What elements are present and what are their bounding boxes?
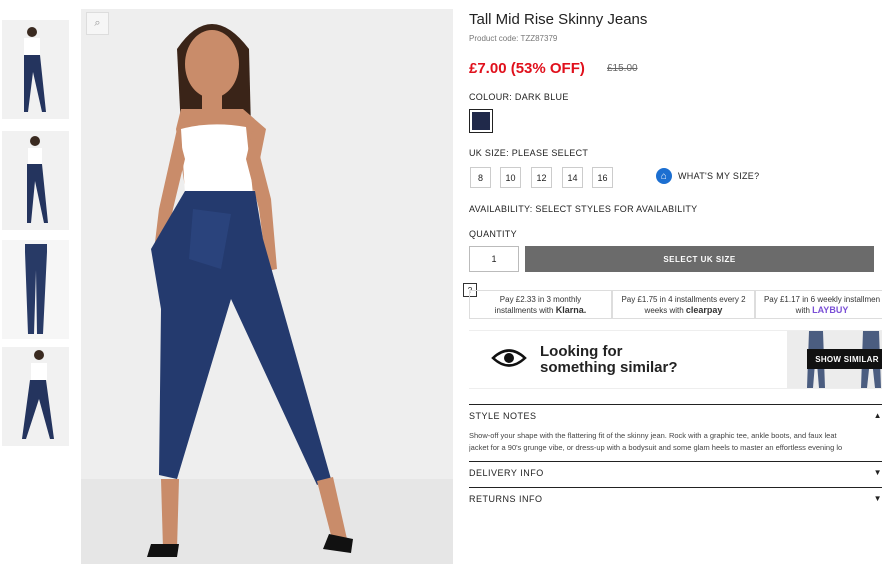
availability-value: SELECT STYLES FOR AVAILABILITY — [535, 204, 698, 214]
thumbnail-4[interactable] — [2, 347, 69, 446]
product-title: Tall Mid Rise Skinny Jeans — [469, 11, 648, 28]
style-notes-text: Show-off your shape with the flattering … — [469, 430, 882, 454]
size-option-10[interactable]: 10 — [500, 167, 521, 188]
laybuy-logo: LAYBUY — [812, 305, 849, 315]
swatch-fill — [472, 112, 490, 130]
main-product-image — [81, 9, 453, 564]
expand-icon: ▼ — [873, 494, 882, 503]
hanger-icon: ⌂ — [656, 168, 672, 184]
payment-klarna[interactable]: Pay £2.33 in 3 monthly installments with… — [469, 290, 612, 319]
style-notes-heading: STYLE NOTES — [469, 411, 537, 421]
thumbnail-3-image — [2, 240, 69, 339]
style-notes-section[interactable]: STYLE NOTES ▲ — [469, 404, 882, 421]
size-guide-link[interactable]: ⌂ WHAT'S MY SIZE? — [656, 168, 759, 184]
current-price: £7.00 (53% OFF) — [469, 60, 585, 77]
thumbnail-4-image — [2, 347, 69, 446]
payment-laybuy-line1: Pay £1.17 in 6 weekly installmen — [763, 295, 881, 304]
availability-row: AVAILABILITY: SELECT STYLES FOR AVAILABI… — [469, 204, 697, 214]
thumbnail-1-image — [2, 20, 69, 119]
expand-icon: ▼ — [873, 468, 882, 477]
thumbnail-1[interactable] — [2, 20, 69, 119]
payment-clearpay-line2: weeks with — [644, 306, 684, 315]
payment-laybuy-line2: with — [795, 306, 810, 315]
zoom-icon[interactable]: ⌕ — [86, 12, 109, 35]
delivery-info-heading: DELIVERY INFO — [469, 468, 544, 478]
payment-laybuy[interactable]: Pay £1.17 in 6 weekly installmen with LA… — [755, 290, 882, 319]
similar-items-banner[interactable]: Looking for something similar? SHOW SIMI… — [469, 330, 882, 389]
quantity-label: QUANTITY — [469, 229, 517, 239]
similar-line-2: something similar? — [540, 359, 678, 376]
product-code: Product code: TZZ87379 — [469, 34, 558, 43]
returns-info-heading: RETURNS INFO — [469, 494, 543, 504]
style-notes-line-2: jacket for a 90's grunge vibe, or dress-… — [469, 443, 843, 452]
size-option-8[interactable]: 8 — [470, 167, 491, 188]
size-option-16[interactable]: 16 — [592, 167, 613, 188]
payment-klarna-line1: Pay £2.33 in 3 monthly — [499, 295, 582, 304]
size-label: UK SIZE: — [469, 148, 509, 158]
collapse-icon: ▲ — [873, 411, 882, 420]
colour-row: COLOUR: DARK BLUE — [469, 92, 569, 102]
colour-value: DARK BLUE — [514, 92, 569, 102]
returns-info-section[interactable]: RETURNS INFO ▼ — [469, 487, 882, 504]
availability-label: AVAILABILITY: — [469, 204, 533, 214]
size-option-12[interactable]: 12 — [531, 167, 552, 188]
model-illustration — [81, 9, 453, 564]
show-similar-button[interactable]: SHOW SIMILAR — [807, 349, 882, 369]
thumbnail-2[interactable] — [2, 131, 69, 230]
payment-options: Pay £2.33 in 3 monthly installments with… — [469, 290, 882, 319]
colour-label: COLOUR: — [469, 92, 513, 102]
size-option-14[interactable]: 14 — [562, 167, 583, 188]
payment-clearpay[interactable]: Pay £1.75 in 4 installments every 2 week… — [612, 290, 755, 319]
payment-clearpay-line1: Pay £1.75 in 4 installments every 2 — [621, 295, 746, 304]
thumbnail-3[interactable] — [2, 240, 69, 339]
colour-swatch-dark-blue[interactable] — [469, 109, 493, 133]
thumbnail-2-image — [2, 131, 69, 230]
style-notes-line-1: Show-off your shape with the flattering … — [469, 431, 837, 440]
size-guide-label: WHAT'S MY SIZE? — [678, 171, 760, 181]
size-value: PLEASE SELECT — [511, 148, 589, 158]
clearpay-logo: clearpay — [685, 305, 723, 315]
similar-line-1: Looking for — [540, 343, 623, 360]
select-size-button[interactable]: SELECT UK SIZE — [525, 246, 874, 272]
delivery-info-section[interactable]: DELIVERY INFO ▼ — [469, 461, 882, 478]
size-row: UK SIZE: PLEASE SELECT — [469, 148, 588, 158]
similar-text: Looking for something similar? — [540, 344, 678, 376]
eye-icon — [491, 349, 527, 367]
klarna-logo: Klarna. — [555, 305, 587, 315]
original-price: £15.00 — [607, 63, 638, 74]
payment-klarna-line2: installments with — [494, 306, 554, 315]
quantity-input[interactable]: 1 — [469, 246, 519, 272]
